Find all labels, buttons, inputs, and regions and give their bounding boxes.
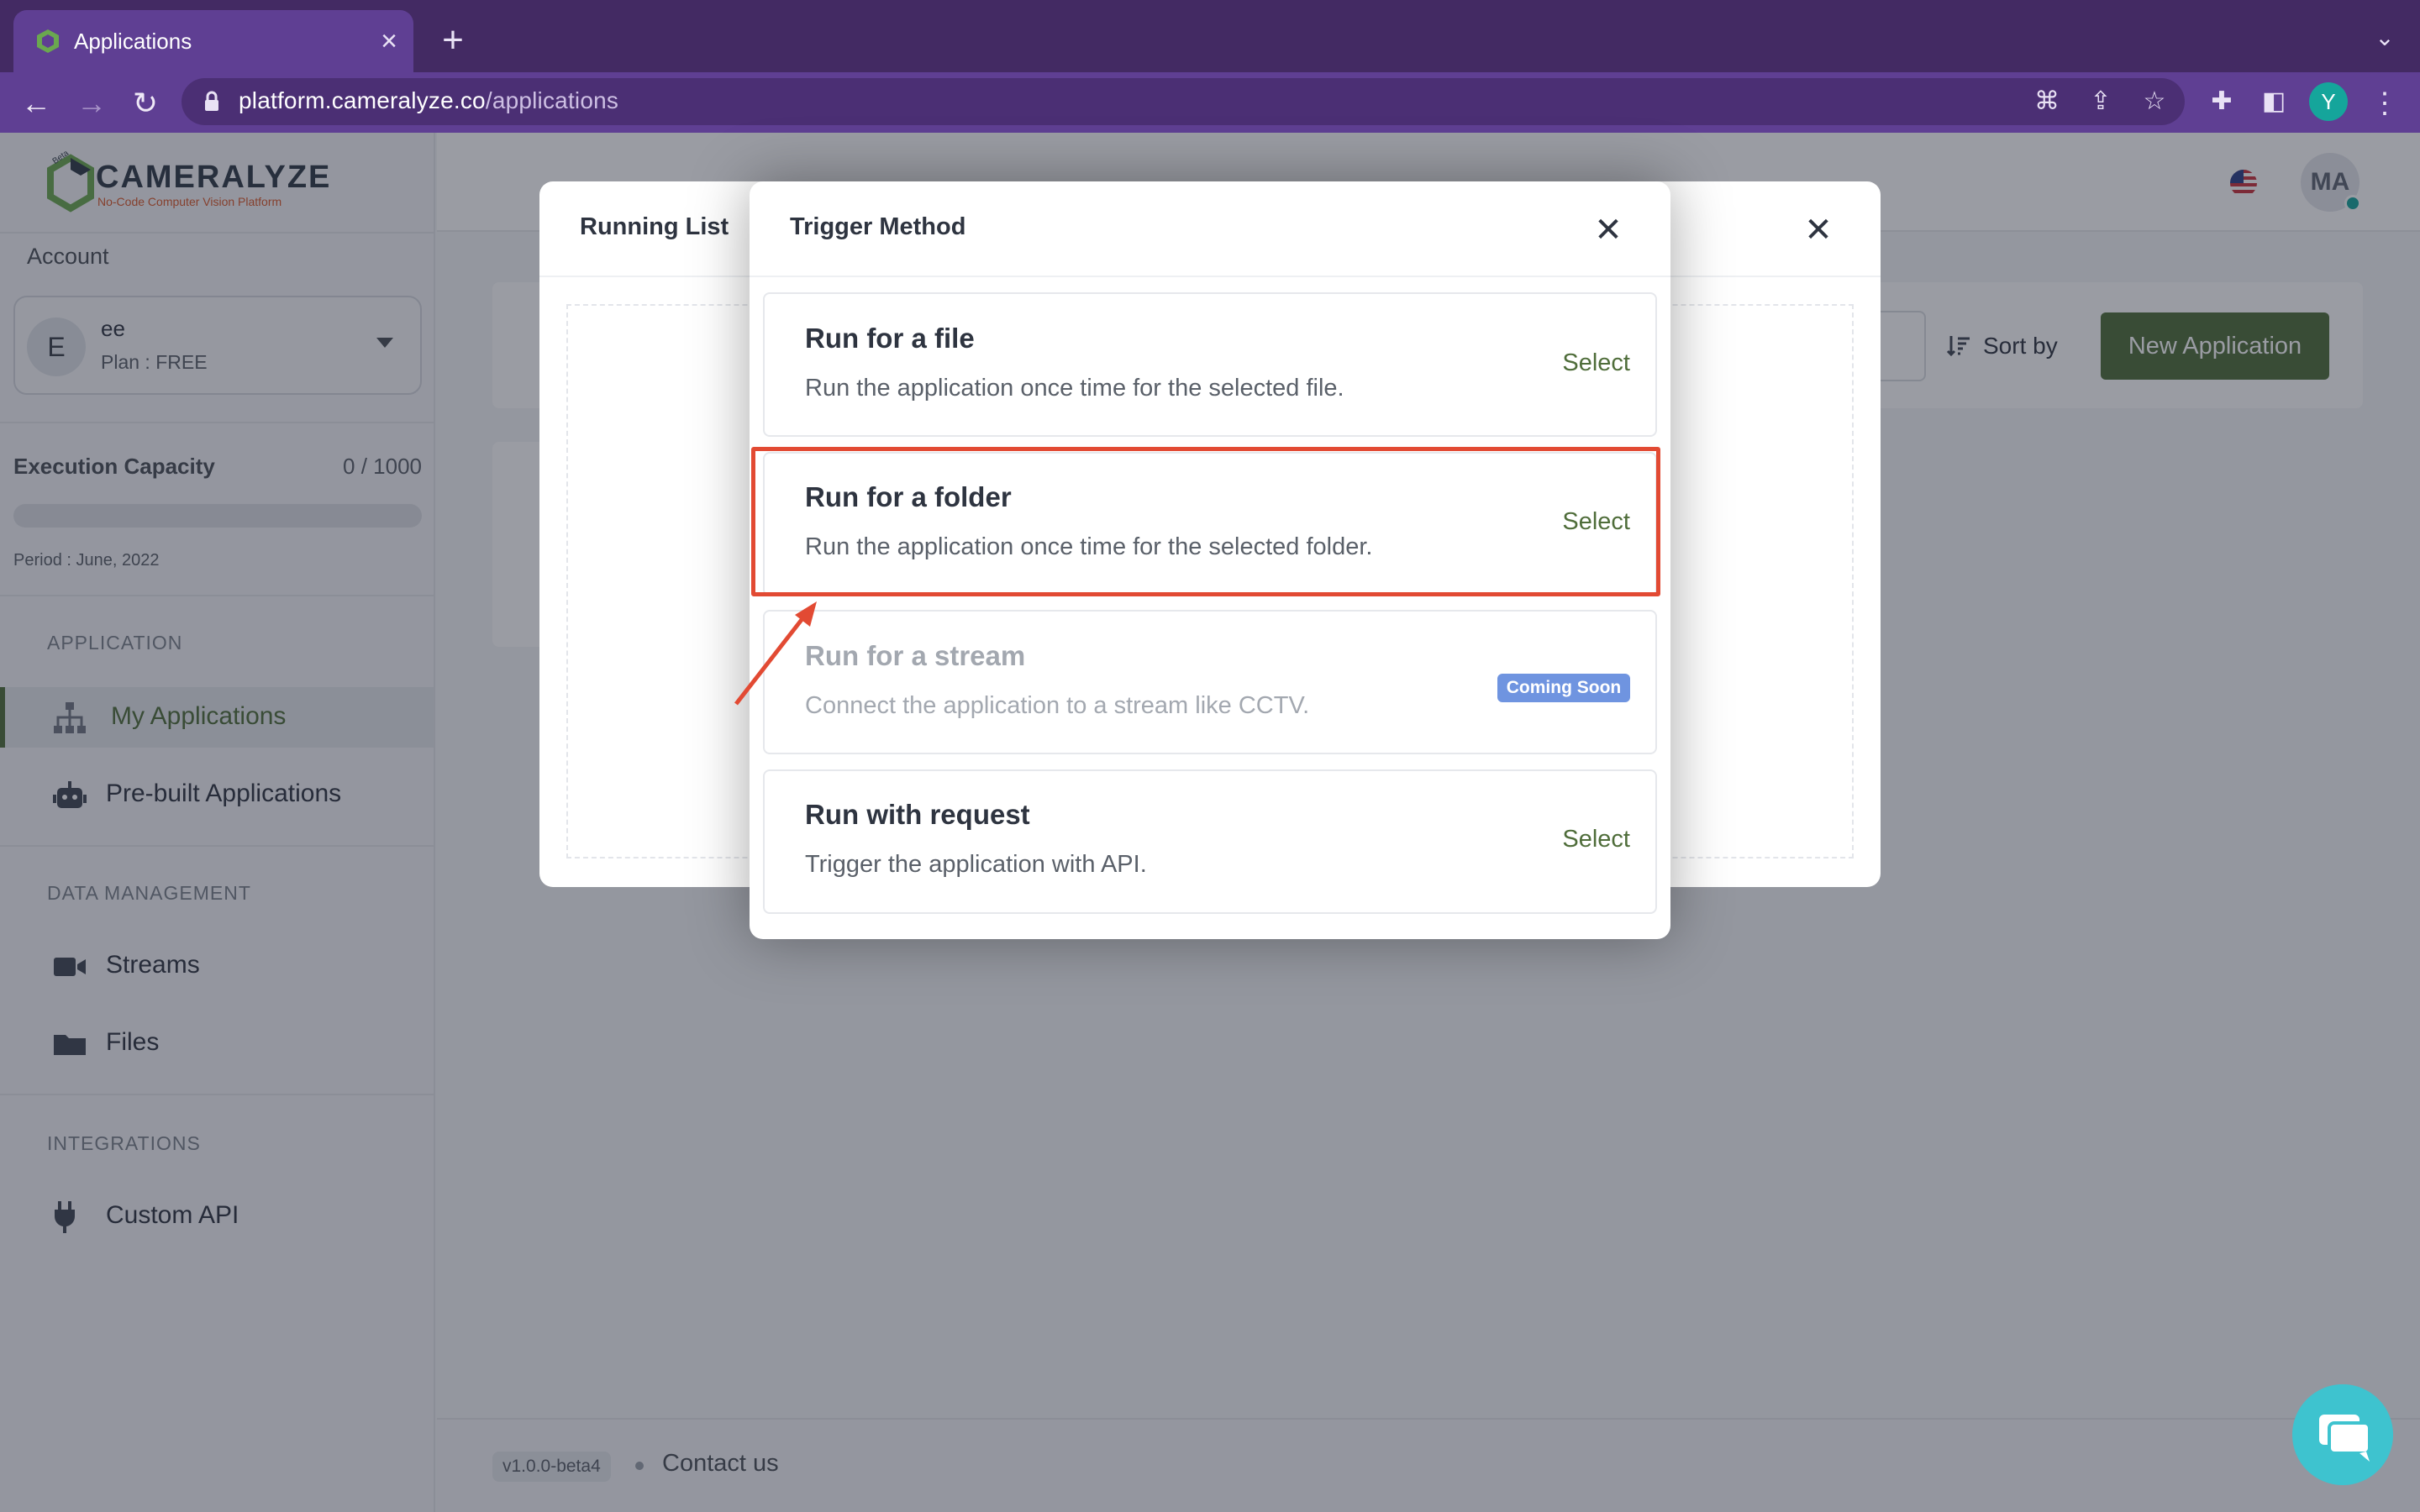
browser-profile-avatar[interactable]: Y	[2309, 82, 2348, 121]
trigger-method-close-icon[interactable]: ✕	[1588, 210, 1628, 250]
trigger-method-title: Trigger Method	[790, 213, 966, 240]
reload-icon[interactable]: ↻	[126, 84, 165, 123]
share-icon[interactable]: ⇪	[2084, 85, 2118, 118]
side-panel-icon[interactable]: ◧	[2257, 85, 2291, 118]
select-request-button[interactable]: Select	[1538, 826, 1630, 853]
chat-support-icon[interactable]	[2292, 1384, 2393, 1485]
coming-soon-badge: Coming Soon	[1497, 674, 1630, 702]
option-title: Run with request	[805, 799, 1030, 830]
option-run-with-request[interactable]	[763, 769, 1657, 914]
tab-title: Applications	[74, 29, 192, 54]
forward-icon[interactable]: →	[72, 84, 111, 123]
option-title: Run for a file	[805, 323, 975, 354]
cameralyze-favicon-icon	[37, 29, 59, 53]
url-text: platform.cameralyze.co/applications	[239, 87, 619, 113]
bookmark-star-icon[interactable]: ☆	[2138, 85, 2171, 118]
back-icon[interactable]: ←	[17, 84, 55, 123]
annotation-arrow-icon	[734, 601, 817, 706]
running-list-title: Running List	[580, 213, 729, 240]
browser-menu-icon[interactable]: ⋮	[2370, 84, 2400, 123]
select-file-button[interactable]: Select	[1538, 349, 1630, 377]
lock-icon	[205, 91, 218, 111]
option-run-for-file[interactable]	[763, 292, 1657, 437]
option-description: Trigger the application with API.	[805, 851, 1147, 878]
modal-divider	[750, 276, 1670, 277]
translate-icon[interactable]: ⌘	[2030, 85, 2064, 118]
running-list-close-icon[interactable]: ✕	[1798, 210, 1839, 250]
tab-close-icon[interactable]: ×	[371, 24, 407, 59]
option-description: Connect the application to a stream like…	[805, 692, 1310, 719]
extensions-puzzle-icon[interactable]: ✚	[2205, 85, 2238, 118]
option-title: Run for a stream	[805, 640, 1026, 671]
highlight-box	[751, 447, 1660, 596]
new-tab-icon[interactable]: +	[435, 22, 471, 59]
option-description: Run the application once time for the se…	[805, 375, 1344, 402]
tab-search-icon[interactable]: ⌄	[2368, 24, 2402, 57]
